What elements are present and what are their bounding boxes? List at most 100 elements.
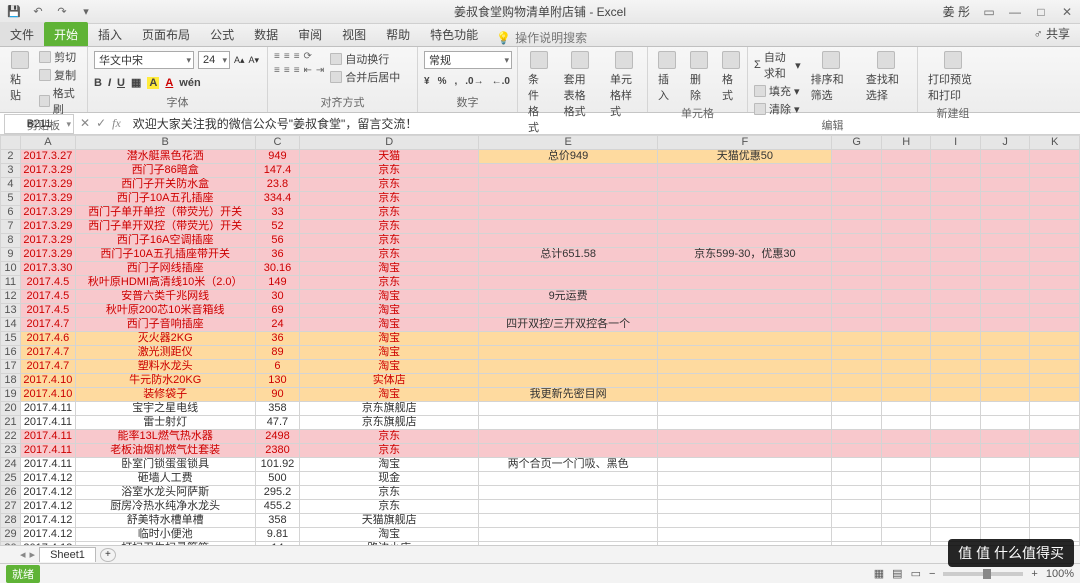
- cell[interactable]: 淘宝: [300, 262, 479, 276]
- cancel-icon[interactable]: ✕: [80, 116, 90, 131]
- col-header[interactable]: G: [832, 136, 882, 150]
- cell[interactable]: [1030, 346, 1080, 360]
- cell[interactable]: 52: [255, 220, 300, 234]
- row-header[interactable]: 26: [1, 486, 21, 500]
- cell[interactable]: [881, 472, 931, 486]
- cell[interactable]: [658, 360, 832, 374]
- cell[interactable]: 9.81: [255, 528, 300, 542]
- cell[interactable]: [658, 458, 832, 472]
- cell[interactable]: [980, 248, 1029, 262]
- cell[interactable]: 36: [255, 248, 300, 262]
- undo-icon[interactable]: ↶: [30, 4, 46, 20]
- cell[interactable]: 2017.4.12: [20, 528, 75, 542]
- cell[interactable]: 500: [255, 472, 300, 486]
- row-header[interactable]: 21: [1, 416, 21, 430]
- row-header[interactable]: 8: [1, 234, 21, 248]
- ribbon-display-options-icon[interactable]: ▭: [982, 5, 996, 19]
- cell[interactable]: 149: [255, 276, 300, 290]
- font-color-button[interactable]: A: [165, 77, 173, 89]
- cell[interactable]: 69: [255, 304, 300, 318]
- cell[interactable]: [980, 360, 1029, 374]
- cell[interactable]: [931, 234, 980, 248]
- cell[interactable]: 京东: [300, 444, 479, 458]
- tab-view[interactable]: 视图: [332, 22, 376, 46]
- cell[interactable]: [881, 290, 931, 304]
- cell[interactable]: [658, 234, 832, 248]
- cell[interactable]: [832, 206, 882, 220]
- bold-button[interactable]: B: [94, 77, 102, 89]
- cell[interactable]: [832, 542, 882, 546]
- tab-review[interactable]: 审阅: [288, 22, 332, 46]
- cell[interactable]: [1030, 220, 1080, 234]
- inc-decimal-icon[interactable]: .0→: [465, 76, 483, 87]
- cell[interactable]: 舒美特水槽单槽: [75, 514, 255, 528]
- cell[interactable]: [658, 262, 832, 276]
- row-header[interactable]: 10: [1, 262, 21, 276]
- cell[interactable]: [1030, 486, 1080, 500]
- cell[interactable]: [478, 262, 657, 276]
- cell[interactable]: 秋叶原200芯10米音箱线: [75, 304, 255, 318]
- autosum-button[interactable]: Σ 自动求和 ▾: [754, 49, 801, 81]
- cell[interactable]: 2017.4.11: [20, 458, 75, 472]
- delete-button[interactable]: 删除: [686, 49, 712, 105]
- cell[interactable]: [658, 192, 832, 206]
- tell-me[interactable]: 💡 操作说明搜索: [496, 29, 587, 46]
- cell[interactable]: 装修袋子: [75, 388, 255, 402]
- cell[interactable]: 灭火器2KG: [75, 332, 255, 346]
- sort-filter-button[interactable]: 排序和筛选: [807, 49, 856, 105]
- number-format-combo[interactable]: 常规: [424, 51, 512, 69]
- merge-center-button[interactable]: 合并后居中: [330, 69, 400, 85]
- cell[interactable]: 京东599-30，优惠30: [658, 248, 832, 262]
- cell[interactable]: 334.4: [255, 192, 300, 206]
- cell[interactable]: 临时小便池: [75, 528, 255, 542]
- cell[interactable]: 天猫优惠50: [658, 150, 832, 164]
- cell[interactable]: 23.8: [255, 178, 300, 192]
- cell[interactable]: [881, 542, 931, 546]
- cell[interactable]: [478, 360, 657, 374]
- align-bot-icon[interactable]: ≡: [294, 51, 300, 62]
- cut-button[interactable]: 剪切: [39, 49, 81, 65]
- cell[interactable]: [658, 444, 832, 458]
- cell[interactable]: [1030, 318, 1080, 332]
- orientation-icon[interactable]: ⟳: [304, 51, 312, 62]
- close-icon[interactable]: ✕: [1060, 5, 1074, 19]
- cell[interactable]: [1030, 374, 1080, 388]
- cell[interactable]: [931, 164, 980, 178]
- col-header[interactable]: B: [75, 136, 255, 150]
- font-name-combo[interactable]: 华文中宋: [94, 51, 194, 69]
- row-header[interactable]: 16: [1, 346, 21, 360]
- row-header[interactable]: 29: [1, 528, 21, 542]
- sheet-area[interactable]: ABCDEFGHIJK22017.3.27潜水艇黑色花洒949天猫总价949天猫…: [0, 135, 1080, 545]
- cell[interactable]: [478, 374, 657, 388]
- cell[interactable]: [931, 458, 980, 472]
- row-header[interactable]: 22: [1, 430, 21, 444]
- share-button[interactable]: ♂ 共享: [1024, 21, 1080, 46]
- cell[interactable]: 2017.4.6: [20, 332, 75, 346]
- cell[interactable]: [980, 416, 1029, 430]
- cell[interactable]: [881, 416, 931, 430]
- cell[interactable]: 90: [255, 388, 300, 402]
- cell[interactable]: [931, 472, 980, 486]
- row-header[interactable]: 11: [1, 276, 21, 290]
- cell[interactable]: 130: [255, 374, 300, 388]
- cell[interactable]: [931, 248, 980, 262]
- customize-qat-icon[interactable]: ▾: [78, 4, 94, 20]
- tab-page-layout[interactable]: 页面布局: [132, 22, 200, 46]
- row-header[interactable]: 3: [1, 164, 21, 178]
- cell[interactable]: 33: [255, 206, 300, 220]
- cell[interactable]: [478, 416, 657, 430]
- cell[interactable]: 京东: [300, 178, 479, 192]
- cell[interactable]: [658, 388, 832, 402]
- cell[interactable]: [980, 514, 1029, 528]
- cell[interactable]: 2017.3.30: [20, 262, 75, 276]
- cell[interactable]: 2017.4.12: [20, 472, 75, 486]
- cell[interactable]: [1030, 164, 1080, 178]
- fx-icon[interactable]: fx: [112, 116, 121, 131]
- tab-help[interactable]: 帮助: [376, 22, 420, 46]
- zoom-out-icon[interactable]: −: [929, 568, 935, 580]
- cell[interactable]: 2380: [255, 444, 300, 458]
- cell[interactable]: 9元运费: [478, 290, 657, 304]
- cell[interactable]: [478, 346, 657, 360]
- cell[interactable]: [832, 304, 882, 318]
- row-header[interactable]: 7: [1, 220, 21, 234]
